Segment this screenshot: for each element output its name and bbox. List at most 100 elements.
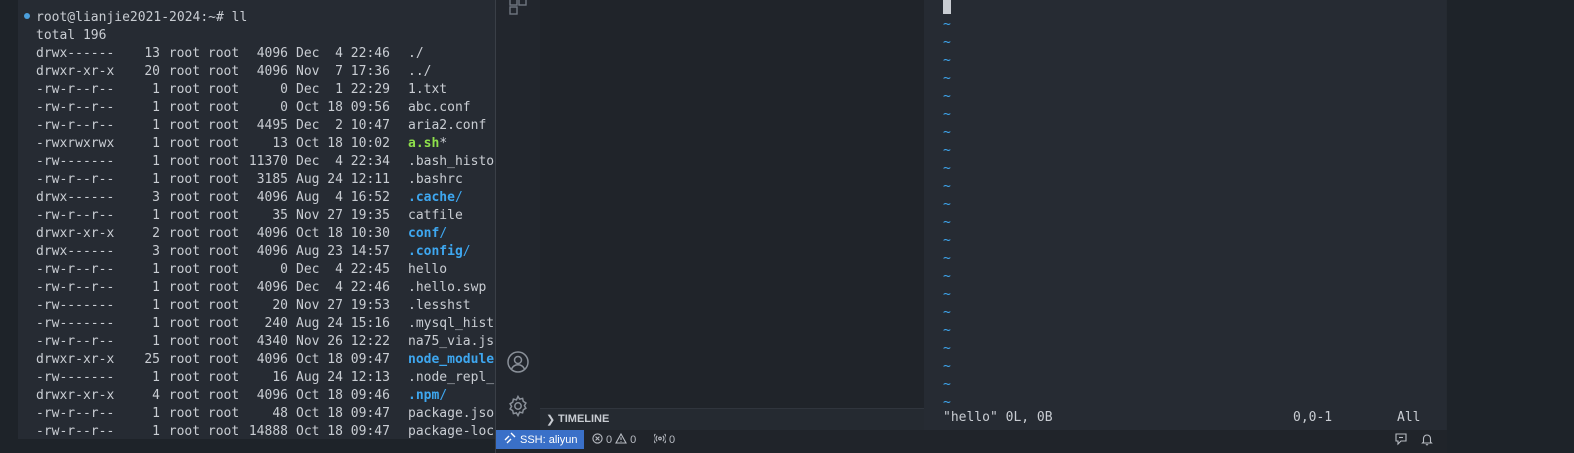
file-permissions: drwxr-xr-x bbox=[36, 226, 115, 241]
ls-listing: drwx------ 1 3 root root 4096 Dec 4 22:46 ./ dr… bbox=[36, 45, 495, 439]
file-permissions: -rw-r--r-- bbox=[36, 424, 115, 439]
file-size: 0 bbox=[280, 82, 288, 97]
link-count: 1 bbox=[152, 280, 160, 295]
vim-tilde-line: ~ bbox=[943, 179, 951, 194]
ls-row: drwxr-xr-x 4 root root 4096 Oct 18 09:46 .npm… bbox=[36, 387, 495, 405]
file-name: .bashrc bbox=[408, 172, 463, 187]
file-date: Nov 26 12:22 bbox=[296, 334, 390, 349]
file-owner: root root bbox=[168, 352, 240, 367]
file-size: 4096 bbox=[256, 352, 288, 367]
file-owner: root root bbox=[168, 226, 240, 241]
gear-icon[interactable] bbox=[506, 394, 530, 418]
terminal-total: total 196 bbox=[36, 28, 107, 43]
file-date: Oct 18 09:47 bbox=[296, 424, 390, 439]
file-name-text: .npm bbox=[408, 388, 440, 403]
file-permissions: drwx------ bbox=[36, 244, 115, 259]
ls-row: -rw-r--r-- 1 root root 0 Oct 18 09:56 abc.con… bbox=[36, 99, 495, 117]
file-owner: root root bbox=[168, 154, 240, 169]
ls-row: -rw-r--r-- 1 root root 4340 Nov 26 12:22 na75… bbox=[36, 333, 495, 351]
file-size: 3185 bbox=[256, 172, 288, 187]
file-date: Dec 4 22:45 bbox=[296, 262, 390, 277]
vim-tilde-line: ~ bbox=[943, 269, 951, 284]
file-size: 0 bbox=[280, 100, 288, 115]
ls-row: -rw------- 1 root root 20 Nov 27 19:53 .lessh… bbox=[36, 297, 495, 315]
file-name: package-lock.json bbox=[408, 424, 495, 439]
file-size: 4096 bbox=[256, 388, 288, 403]
terminal-prompt: root@lianjie2021-2024:~# ll bbox=[36, 10, 248, 25]
bell-icon[interactable] bbox=[1420, 432, 1434, 449]
warning-count: 0 bbox=[630, 434, 637, 446]
file-permissions: -rw-r--r-- bbox=[36, 280, 115, 295]
terminal-output: root@lianjie2021-2024:~# ll total 196 dr… bbox=[36, 9, 495, 439]
file-name: .hello.swp bbox=[408, 280, 486, 295]
file-permissions: -rw------- bbox=[36, 370, 115, 385]
file-permissions: -rwxrwxrwx bbox=[36, 136, 115, 151]
file-name: .cache/ bbox=[408, 190, 463, 205]
file-date: Oct 18 09:47 bbox=[296, 352, 390, 367]
link-count: 1 bbox=[152, 424, 160, 439]
file-name-text: .config bbox=[408, 244, 463, 259]
link-count: 1 bbox=[152, 82, 160, 97]
timeline-section-header[interactable]: ❯ TIMELINE bbox=[540, 408, 924, 431]
file-type-suffix: / bbox=[439, 388, 448, 403]
vim-tilde-line: ~ bbox=[943, 341, 951, 356]
ports-icon bbox=[653, 433, 667, 447]
vim-editor[interactable]: ~ ~ ~ ~ ~ ~ ~ ~ ~ ~ ~ ~ ~ ~ ~ ~ ~ ~ ~ ~ ~ ~ "hello" 0L, 0B 0,… bbox=[924, 0, 1446, 430]
link-count: 1 bbox=[152, 406, 160, 421]
link-count: 3 bbox=[152, 190, 160, 205]
extensions-icon[interactable] bbox=[506, 0, 530, 18]
file-permissions: -rw-r--r-- bbox=[36, 334, 115, 349]
file-owner: root root bbox=[168, 208, 240, 223]
file-date: Dec 4 22:46 bbox=[296, 280, 390, 295]
file-name: 1.txt bbox=[408, 82, 447, 97]
file-name-text: 1.txt bbox=[408, 82, 448, 97]
file-type-suffix: / bbox=[454, 190, 463, 205]
vim-tilde-line: ~ bbox=[943, 53, 951, 68]
link-count: 1 bbox=[152, 208, 160, 223]
vim-empty-lines: ~ ~ ~ ~ ~ ~ ~ ~ ~ ~ ~ ~ ~ ~ ~ ~ ~ ~ ~ ~ ~ ~ bbox=[943, 16, 951, 412]
file-date: Aug 24 12:13 bbox=[296, 370, 390, 385]
file-permissions: -rw------- bbox=[36, 154, 115, 169]
remote-label: SSH: aliyun bbox=[520, 433, 578, 446]
problems-indicator[interactable]: 0 0 bbox=[592, 432, 637, 447]
file-date: Dec 1 22:29 bbox=[296, 82, 390, 97]
vim-tilde-line: ~ bbox=[943, 233, 951, 248]
file-size: 16 bbox=[272, 370, 288, 385]
file-owner: root root bbox=[168, 82, 240, 97]
file-owner: root root bbox=[168, 388, 240, 403]
vim-tilde-line: ~ bbox=[943, 143, 951, 158]
file-name: ./ bbox=[408, 46, 424, 61]
file-date: Nov 27 19:53 bbox=[296, 298, 390, 313]
file-name-text: conf bbox=[408, 226, 440, 241]
file-size: 4096 bbox=[256, 46, 288, 61]
file-owner: root root bbox=[168, 100, 240, 115]
link-count: 4 bbox=[152, 388, 160, 403]
file-size: 14888 bbox=[248, 424, 288, 439]
ls-row: drwx------ 3 root root 4096 Aug 4 16:52 .cach… bbox=[36, 189, 495, 207]
timeline-label: TIMELINE bbox=[558, 413, 610, 425]
link-count: 1 bbox=[152, 154, 160, 169]
file-permissions: -rw-r--r-- bbox=[36, 172, 115, 187]
account-icon[interactable] bbox=[506, 350, 530, 374]
file-name-text: ./ bbox=[408, 46, 424, 61]
ports-indicator[interactable]: 0 bbox=[653, 433, 675, 447]
link-count: 1 bbox=[152, 100, 160, 115]
file-date: Oct 18 10:30 bbox=[296, 226, 390, 241]
remote-indicator-button[interactable]: SSH: aliyun bbox=[496, 430, 584, 449]
file-date: Aug 24 12:11 bbox=[296, 172, 390, 187]
file-name: abc.conf bbox=[408, 100, 471, 115]
file-name: node_modules/ bbox=[408, 352, 495, 367]
vim-file-info: "hello" 0L, 0B bbox=[943, 410, 1053, 425]
feedback-icon[interactable] bbox=[1394, 432, 1408, 449]
file-permissions: drwxr-xr-x bbox=[36, 388, 115, 403]
file-size: 4096 bbox=[256, 64, 288, 79]
error-count: 0 bbox=[606, 434, 613, 446]
file-size: 11370 bbox=[248, 154, 288, 169]
file-name: .bash_history bbox=[408, 154, 495, 169]
terminal-panel[interactable]: root@lianjie2021-2024:~# ll total 196 dr… bbox=[18, 0, 495, 439]
file-owner: root root bbox=[168, 172, 240, 187]
vim-scroll-position: All bbox=[1397, 410, 1421, 425]
ls-row: drwxr-xr-x 2 root root 4096 Oct 18 10:30 conf… bbox=[36, 225, 495, 243]
file-name: conf/ bbox=[408, 226, 447, 241]
ls-row: drwx------ 3 root root 4096 Aug 23 14:57 .con… bbox=[36, 243, 495, 261]
